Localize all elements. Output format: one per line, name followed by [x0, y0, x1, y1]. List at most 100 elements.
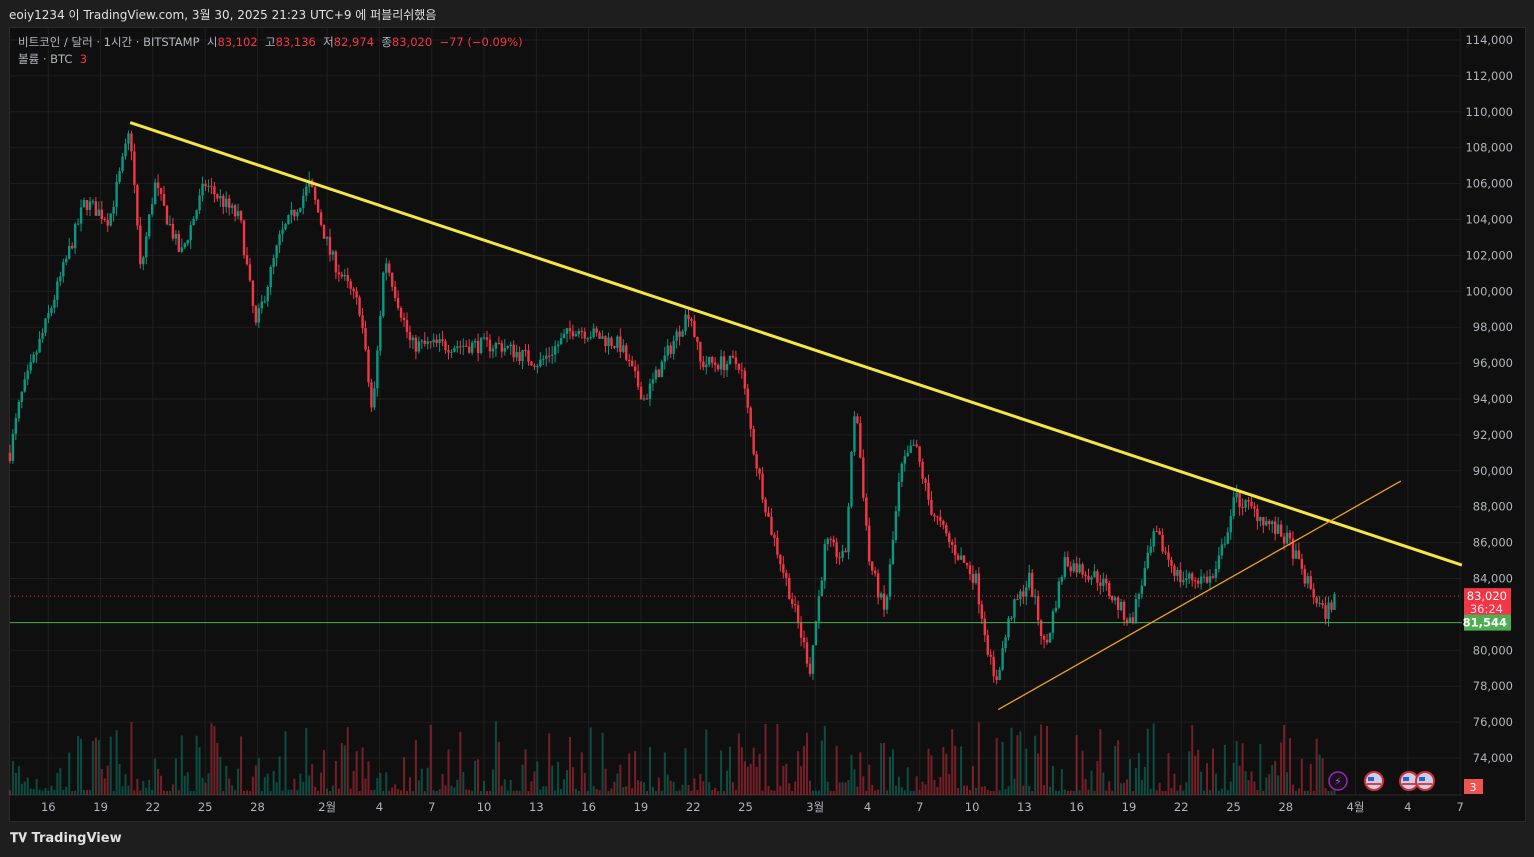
volume-bar [405, 790, 408, 795]
candle-body [358, 297, 361, 316]
candle-body [1173, 565, 1176, 576]
volume-bar [343, 745, 346, 795]
volume-bar [477, 759, 480, 795]
candle-body [539, 359, 542, 367]
candle-body [1116, 597, 1120, 610]
candle-body [1191, 573, 1194, 581]
candle-body [1205, 576, 1209, 583]
candle-body [145, 236, 148, 258]
volume-bar [737, 733, 740, 795]
volume-bar [752, 747, 755, 795]
volume-bar [533, 771, 536, 795]
volume-bar [438, 788, 441, 795]
candle-body [675, 331, 678, 341]
candle-body [853, 416, 856, 452]
candle-body [1309, 576, 1312, 589]
volume-bar [829, 790, 832, 795]
candle-body [1007, 618, 1010, 638]
candle-body [337, 272, 341, 275]
candle-body [1048, 632, 1052, 643]
price-chart[interactable]: 114,000 112,000 110,000 108,000 106,000 104,0… [0, 0, 1534, 857]
volume-bar [284, 731, 287, 795]
candle-body [743, 370, 746, 389]
candle-body [962, 555, 966, 563]
candle-body [35, 352, 38, 355]
volume-bar [50, 785, 53, 795]
candle-body [260, 301, 264, 309]
candle-body [352, 288, 355, 292]
candle-body [174, 234, 178, 239]
tradingview-logo[interactable]: 𝐓𝐕 TradingView [10, 831, 122, 846]
volume-bar [219, 756, 222, 795]
candle-body [942, 520, 945, 526]
volume-bar [183, 775, 186, 795]
candle-body [509, 344, 512, 347]
candle-body [1099, 582, 1102, 586]
high-value: 83,136 [275, 35, 316, 49]
candle-body [266, 286, 269, 302]
candle-body [376, 350, 379, 389]
candle-body [245, 255, 249, 265]
candle-body [571, 331, 575, 337]
volume-bar [841, 782, 844, 795]
volume-bar [539, 789, 542, 795]
volume-bar [1203, 790, 1206, 795]
candle-body [216, 194, 219, 199]
volume-bar [1105, 790, 1108, 795]
candle-body [189, 225, 192, 241]
candle-body [758, 468, 761, 474]
volume-bar [530, 781, 533, 795]
candle-body [414, 337, 418, 352]
candle-body [411, 337, 415, 341]
low-value: 82,974 [333, 35, 375, 49]
candle-body [106, 219, 109, 226]
candle-body [82, 200, 86, 208]
candle-body [521, 349, 524, 362]
volume-bar [1297, 788, 1300, 795]
candle-body [278, 234, 281, 246]
candle-body [725, 363, 729, 371]
volume-bar [426, 767, 429, 795]
volume-bar [974, 787, 977, 795]
volume-bar [1084, 778, 1087, 795]
symbol-title[interactable]: 비트코인 / 달러 · 1시간 · BITSTAMP [18, 35, 200, 49]
volume-bar [320, 772, 323, 795]
candle-body [811, 645, 815, 674]
candle-body [888, 564, 892, 597]
candle-body [70, 245, 74, 249]
volume-bar [545, 786, 548, 795]
volume-bar [1262, 791, 1265, 795]
candle-body [56, 281, 59, 300]
price-tick-label: 78,000 [1473, 679, 1513, 693]
candle-body [764, 499, 767, 513]
volume-bar [97, 739, 100, 795]
volume-bar [654, 790, 657, 795]
volume-bar [826, 781, 829, 795]
price-tick-label: 80,000 [1473, 643, 1513, 657]
volume-bar [157, 768, 160, 795]
footer-bar [0, 822, 1534, 857]
volume-bar [1253, 781, 1256, 795]
candle-body [254, 306, 258, 323]
support-price-value: 81,544 [1463, 616, 1507, 630]
candle-body [1090, 577, 1093, 580]
volume-bar [195, 735, 198, 795]
candle-body [367, 349, 370, 383]
candle-body [1075, 563, 1078, 573]
volume-bar [705, 729, 708, 795]
price-tick-label: 96,000 [1473, 356, 1513, 370]
candle-body [808, 663, 812, 674]
candle-body [462, 345, 465, 347]
candle-body [1250, 501, 1253, 507]
volume-bar [77, 736, 80, 795]
volume-bar [429, 724, 432, 795]
volume-bar [328, 790, 331, 795]
resistance-trendline[interactable] [129, 121, 1463, 567]
volume-bar [933, 780, 936, 795]
candle-body [1122, 601, 1126, 620]
volume-bar [1007, 786, 1010, 795]
candle-body [156, 182, 160, 188]
volume-bar [100, 769, 103, 795]
candle-body [124, 143, 127, 157]
volume-bar [930, 755, 933, 795]
